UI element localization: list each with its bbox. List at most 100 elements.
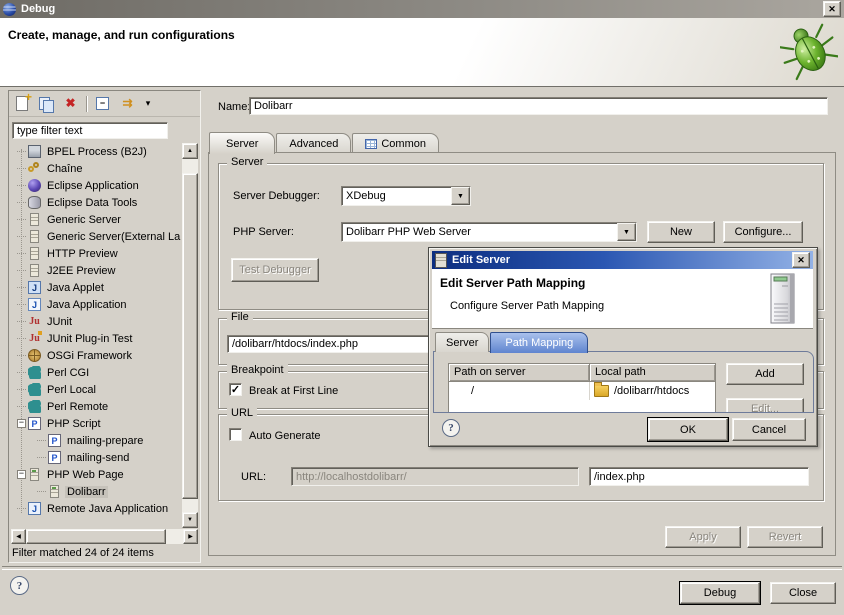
window-close-button[interactable]: ✕ xyxy=(823,1,841,17)
test-debugger-button[interactable]: Test Debugger xyxy=(231,258,319,282)
url-path-input[interactable] xyxy=(594,471,804,483)
tree-item-label: Eclipse Application xyxy=(45,180,141,192)
tree-connector xyxy=(17,202,26,203)
tree-connector xyxy=(17,219,26,220)
tree-item-mailing-prepare[interactable]: Pmailing-prepare xyxy=(11,432,182,449)
vertical-scroll-thumb[interactable] xyxy=(182,173,198,499)
edit-mapping-button[interactable]: Edit... xyxy=(726,398,804,413)
tree-item-java-applet[interactable]: JJava Applet xyxy=(11,279,182,296)
view-menu-dropdown-icon[interactable]: ▾ xyxy=(143,95,153,112)
tree-vertical-scrollbar[interactable]: ▲ ▼ xyxy=(182,143,198,528)
junit-icon: Ju xyxy=(28,315,41,328)
scroll-up-icon[interactable]: ▲ xyxy=(182,143,198,159)
dialog-header: Edit Server Path Mapping Configure Serve… xyxy=(432,269,813,329)
tab-common[interactable]: Common xyxy=(352,133,439,153)
collapse-expander-icon[interactable]: − xyxy=(17,470,26,479)
apply-button[interactable]: Apply xyxy=(665,526,741,548)
tree-item-perl-cgi[interactable]: Perl CGI xyxy=(11,364,182,381)
break-first-line-checkbox[interactable]: ✓ xyxy=(229,383,242,396)
chevron-down-icon[interactable]: ▼ xyxy=(617,223,636,241)
cancel-button[interactable]: Cancel xyxy=(732,418,806,441)
debug-button[interactable]: Debug xyxy=(680,582,760,604)
add-mapping-button[interactable]: Add xyxy=(726,363,804,385)
tree-item-java-application[interactable]: JJava Application xyxy=(11,296,182,313)
delete-launch-config-icon[interactable]: ✖ xyxy=(62,95,79,112)
banner: Create, manage, and run configurations xyxy=(0,18,844,87)
dialog-help-icon[interactable]: ? xyxy=(442,419,460,437)
footer-separator xyxy=(2,566,842,570)
tree-item-cha-ne[interactable]: Chaîne xyxy=(11,160,182,177)
tree-horizontal-scrollbar[interactable]: ◀ ▶ xyxy=(11,529,198,544)
tab-server[interactable]: Server xyxy=(209,132,275,154)
tree-item-osgi-framework[interactable]: OSGi Framework xyxy=(11,347,182,364)
tree-item-php-script[interactable]: −PPHP Script xyxy=(11,415,182,432)
tab-advanced[interactable]: Advanced xyxy=(276,133,351,153)
name-input[interactable] xyxy=(254,100,823,112)
tree-connector xyxy=(17,287,26,288)
tree-item-label: OSGi Framework xyxy=(45,350,134,362)
chevron-down-icon[interactable]: ▼ xyxy=(451,187,470,205)
path-mapping-panel: Path on server Local path //dolibarr/htd… xyxy=(433,351,814,413)
tree-item-junit-plug-in-test[interactable]: JuJUnit Plug-in Test xyxy=(11,330,182,347)
horizontal-scroll-thumb[interactable] xyxy=(26,529,166,544)
tree-item-label: Perl Local xyxy=(45,384,98,396)
tree-item-eclipse-application[interactable]: Eclipse Application xyxy=(11,177,182,194)
tree-item-http-preview[interactable]: HTTP Preview xyxy=(11,245,182,262)
table-row[interactable]: //dolibarr/htdocs xyxy=(449,382,715,400)
help-icon[interactable]: ? xyxy=(10,576,29,595)
config-tabs: Server Advanced Common xyxy=(209,129,440,153)
server-icon xyxy=(30,247,39,260)
new-server-button[interactable]: New xyxy=(647,221,715,243)
tree-connector xyxy=(37,491,46,492)
revert-button[interactable]: Revert xyxy=(747,526,823,548)
ok-button[interactable]: OK xyxy=(648,418,728,441)
col-path-on-server[interactable]: Path on server xyxy=(449,364,590,382)
tree-item-label: PHP Script xyxy=(45,418,103,430)
tree-item-remote-java-application[interactable]: JRemote Java Application xyxy=(11,500,182,517)
tree-item-php-web-page[interactable]: −PHP Web Page xyxy=(11,466,182,483)
server2-icon xyxy=(50,485,59,498)
bpel-icon xyxy=(28,145,41,158)
server-debugger-combo[interactable]: XDebug ▼ xyxy=(341,186,471,206)
dialog-tab-path-mapping[interactable]: Path Mapping xyxy=(490,332,588,353)
auto-generate-checkbox[interactable] xyxy=(229,428,242,441)
php-server-value: Dolibarr PHP Web Server xyxy=(342,226,617,238)
tree-item-generic-server-external-la[interactable]: Generic Server(External La xyxy=(11,228,182,245)
tree-item-mailing-send[interactable]: Pmailing-send xyxy=(11,449,182,466)
filter-input[interactable] xyxy=(17,125,163,137)
dialog-titlebar: Edit Server ✕ xyxy=(432,251,813,269)
dialog-subheading: Configure Server Path Mapping xyxy=(450,300,604,312)
config-tree: BPEL Process (B2J) Chaîne Eclipse Applicat… xyxy=(11,143,182,528)
scroll-right-icon[interactable]: ▶ xyxy=(183,529,198,544)
tree-connector xyxy=(37,457,46,458)
tree-item-dolibarr[interactable]: Dolibarr xyxy=(11,483,182,500)
name-field-wrap xyxy=(249,97,828,115)
server-icon xyxy=(435,253,447,268)
tree-item-perl-remote[interactable]: Perl Remote xyxy=(11,398,182,415)
configure-server-button[interactable]: Configure... xyxy=(723,221,803,243)
tree-item-eclipse-data-tools[interactable]: Eclipse Data Tools xyxy=(11,194,182,211)
new-launch-config-icon[interactable] xyxy=(14,95,31,112)
collapse-all-icon[interactable] xyxy=(95,95,112,112)
tree-item-perl-local[interactable]: Perl Local xyxy=(11,381,182,398)
scroll-left-icon[interactable]: ◀ xyxy=(11,529,26,544)
duplicate-launch-config-icon[interactable] xyxy=(38,95,55,112)
tree-item-label: BPEL Process (B2J) xyxy=(45,146,149,158)
tree-item-j2ee-preview[interactable]: J2EE Preview xyxy=(11,262,182,279)
collapse-expander-icon[interactable]: − xyxy=(17,419,26,428)
page-title: Create, manage, and run configurations xyxy=(8,28,235,42)
filter-configs-icon[interactable]: ⇉ xyxy=(119,95,136,112)
dialog-tab-server[interactable]: Server xyxy=(435,332,489,352)
server-debugger-label: Server Debugger: xyxy=(233,190,320,202)
dialog-close-button[interactable]: ✕ xyxy=(792,252,810,268)
close-button[interactable]: Close xyxy=(770,582,836,604)
window-titlebar: Debug ✕ xyxy=(0,0,844,18)
scroll-down-icon[interactable]: ▼ xyxy=(182,512,198,528)
tree-item-bpel-process-b2j-[interactable]: BPEL Process (B2J) xyxy=(11,143,182,160)
dialog-title: Edit Server xyxy=(452,254,510,266)
col-local-path[interactable]: Local path xyxy=(590,364,715,382)
tree-item-generic-server[interactable]: Generic Server xyxy=(11,211,182,228)
php-server-combo[interactable]: Dolibarr PHP Web Server ▼ xyxy=(341,222,637,242)
server-debugger-value: XDebug xyxy=(342,190,451,202)
tree-item-junit[interactable]: JuJUnit xyxy=(11,313,182,330)
